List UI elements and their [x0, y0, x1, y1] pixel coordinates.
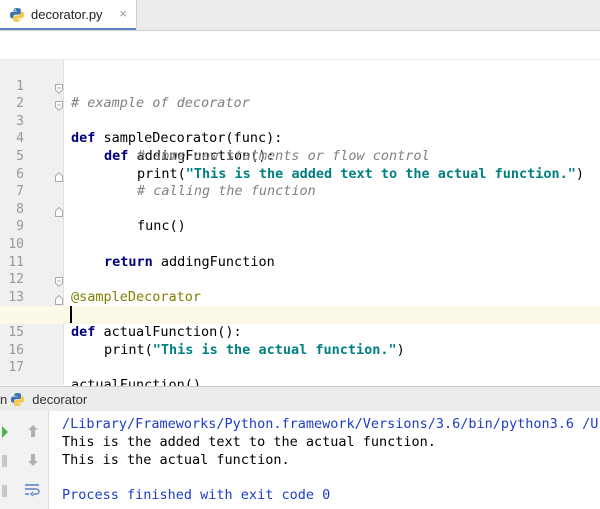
code-line-9[interactable]: 9 return addingFunction — [0, 201, 600, 270]
fold-close-icon[interactable] — [55, 205, 63, 217]
console-output-line: This is the added text to the actual fun… — [62, 434, 436, 450]
editor-tab-bar: decorator.py × — [0, 0, 600, 31]
code-line-2[interactable]: 2 def sampleDecorator(func): — [0, 78, 600, 146]
code-line-6[interactable]: 6 # calling the function — [0, 148, 600, 200]
code-line-16[interactable]: 16 — [0, 324, 600, 358]
active-tab-indicator — [0, 28, 136, 30]
run-label-fragment: n — [0, 391, 8, 407]
code-line-7[interactable]: 7 func() — [0, 166, 600, 234]
code-line-12[interactable]: 12 @sampleDecorator — [0, 254, 600, 305]
python-file-icon — [9, 7, 25, 23]
tab-label: decorator.py — [31, 7, 103, 22]
code-line-5[interactable]: 5 print("This is the added text to the a… — [0, 130, 600, 182]
fold-open-icon[interactable] — [55, 275, 63, 288]
fold-close-icon[interactable] — [55, 293, 63, 305]
tab-decorator-py[interactable]: decorator.py × — [0, 0, 137, 30]
fold-close-icon[interactable] — [55, 170, 63, 182]
up-arrow-icon[interactable] — [26, 424, 40, 443]
stop-icon[interactable] — [2, 454, 8, 472]
code-line-4[interactable]: 4 # some new statments or flow control — [0, 113, 600, 164]
run-side-toolbar — [0, 411, 49, 509]
code-line-15[interactable]: 15 — [0, 306, 600, 340]
rerun-icon[interactable] — [2, 425, 8, 443]
text-caret — [70, 306, 72, 324]
console-command-line: /Library/Frameworks/Python.framework/Ver… — [62, 416, 599, 432]
code-editor[interactable]: 1 # example of decorator 2 def sampleDec… — [0, 60, 600, 393]
code-line-3[interactable]: 3 def addingFunction(): — [0, 95, 600, 164]
soft-wrap-icon[interactable] — [24, 483, 41, 503]
console-output-line: This is the actual function. — [62, 452, 290, 468]
pause-icon[interactable] — [2, 484, 8, 502]
close-tab-icon[interactable]: × — [119, 6, 127, 21]
run-config-name[interactable]: decorator — [32, 392, 87, 407]
fold-open-icon[interactable] — [55, 99, 63, 112]
fold-open-icon[interactable] — [55, 82, 63, 94]
code-line-13[interactable]: 13 def actualFunction(): — [0, 271, 600, 340]
down-arrow-icon[interactable] — [26, 453, 40, 472]
code-line-11[interactable]: 11 — [0, 236, 600, 270]
run-console-output[interactable]: /Library/Frameworks/Python.framework/Ver… — [49, 411, 600, 509]
console-exit-status: Process finished with exit code 0 — [62, 487, 331, 503]
code-line-14[interactable]: 14 print("This is the actual function.") — [0, 289, 600, 358]
line-number: 17 — [8, 360, 24, 376]
code-line-10[interactable]: 10 — [0, 218, 600, 252]
run-tool-window-header: n decorator — [0, 386, 600, 412]
code-line-1[interactable]: 1 # example of decorator — [0, 60, 600, 112]
editor-breadcrumb-strip — [0, 31, 600, 60]
code-line-8[interactable]: 8 — [0, 183, 600, 217]
python-run-config-icon — [10, 392, 25, 407]
code-line-17[interactable]: 17 actualFunction() — [0, 342, 600, 393]
